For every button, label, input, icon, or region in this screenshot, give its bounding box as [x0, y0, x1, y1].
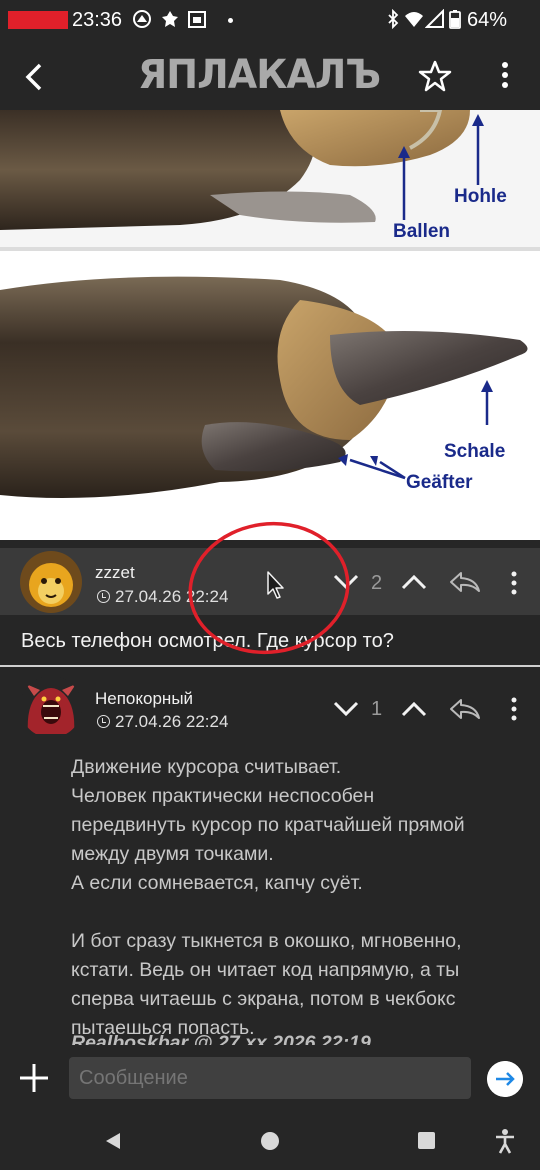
comment-divider — [0, 665, 540, 667]
battery-icon — [449, 10, 461, 29]
redaction-mark — [8, 11, 68, 29]
label-geafter: Geäfter — [406, 472, 473, 493]
annotation-circle — [188, 521, 350, 655]
reply-icon[interactable] — [448, 570, 482, 594]
app-bar: ЯПЛАКАЛЪ — [0, 40, 540, 110]
clock-icon — [97, 590, 110, 603]
notification-dot — [228, 18, 233, 23]
nav-home-icon[interactable] — [260, 1131, 280, 1151]
label-ballen: Ballen — [393, 221, 451, 242]
avatar-1[interactable] — [20, 551, 82, 613]
avatar-2[interactable] — [20, 676, 82, 738]
comment-body-2: Движение курсора считывает. Человек прак… — [71, 753, 531, 1043]
label-schale: Schale — [444, 441, 506, 462]
comment-date-text-2: 27.04.26 22:24 — [115, 712, 229, 731]
score-2: 1 — [371, 698, 383, 720]
body-line: кстати. Ведь он читает код напрямую, а т… — [71, 959, 460, 981]
back-icon[interactable] — [18, 60, 52, 94]
app-icon — [162, 11, 178, 27]
calendar-icon — [188, 11, 206, 28]
body-line: сперва читаешь с экрана, потом в чекбокс — [71, 988, 456, 1010]
battery-percent: 64% — [467, 9, 508, 31]
status-time: 23:36 — [72, 9, 123, 31]
message-input-bar — [0, 1045, 540, 1112]
clock-icon — [97, 715, 110, 728]
body-line: между двумя точками. — [71, 843, 274, 865]
body-line: Человек практически неспособен — [71, 785, 375, 807]
nav-back-icon[interactable] — [104, 1131, 122, 1151]
comment-date-2: 27.04.26 22:24 — [97, 712, 228, 732]
status-bar: 23:36 64% — [0, 0, 540, 40]
comment-more-icon[interactable] — [506, 570, 522, 596]
username-1[interactable]: zzzet — [95, 563, 135, 583]
accessibility-icon[interactable] — [494, 1128, 516, 1154]
score-1: 2 — [371, 572, 383, 594]
settings-icon — [133, 10, 151, 28]
add-attachment-icon[interactable] — [17, 1061, 51, 1095]
comment-more-icon[interactable] — [506, 696, 522, 722]
body-line: передвинуть курсор по кратчайшей прямой — [71, 814, 465, 836]
message-input[interactable] — [69, 1057, 471, 1099]
star-icon[interactable] — [418, 59, 452, 93]
site-logo[interactable]: ЯПЛАКАЛЪ — [138, 53, 381, 97]
more-vert-icon[interactable] — [492, 58, 518, 92]
post-image[interactable]: Hohle Ballen Schale Geäfter — [0, 110, 540, 540]
username-2[interactable]: Непокорный — [95, 689, 193, 709]
system-nav-bar — [0, 1112, 540, 1170]
body-line: А если сомневается, капчу суёт. — [71, 872, 363, 894]
body-line: Движение курсора считывает. — [71, 756, 342, 778]
reply-icon[interactable] — [448, 697, 482, 721]
chevron-up-icon[interactable] — [400, 700, 428, 718]
bluetooth-icon — [388, 9, 399, 29]
body-line: И бот сразу тыкнется в окошко, мгновенно… — [71, 930, 462, 952]
chevron-down-icon[interactable] — [332, 700, 360, 718]
send-icon[interactable] — [487, 1061, 523, 1097]
nav-recents-icon[interactable] — [417, 1131, 436, 1150]
signal-icon — [425, 9, 444, 28]
label-hohle: Hohle — [454, 186, 507, 207]
wifi-icon — [405, 12, 423, 27]
chevron-up-icon[interactable] — [400, 573, 428, 591]
